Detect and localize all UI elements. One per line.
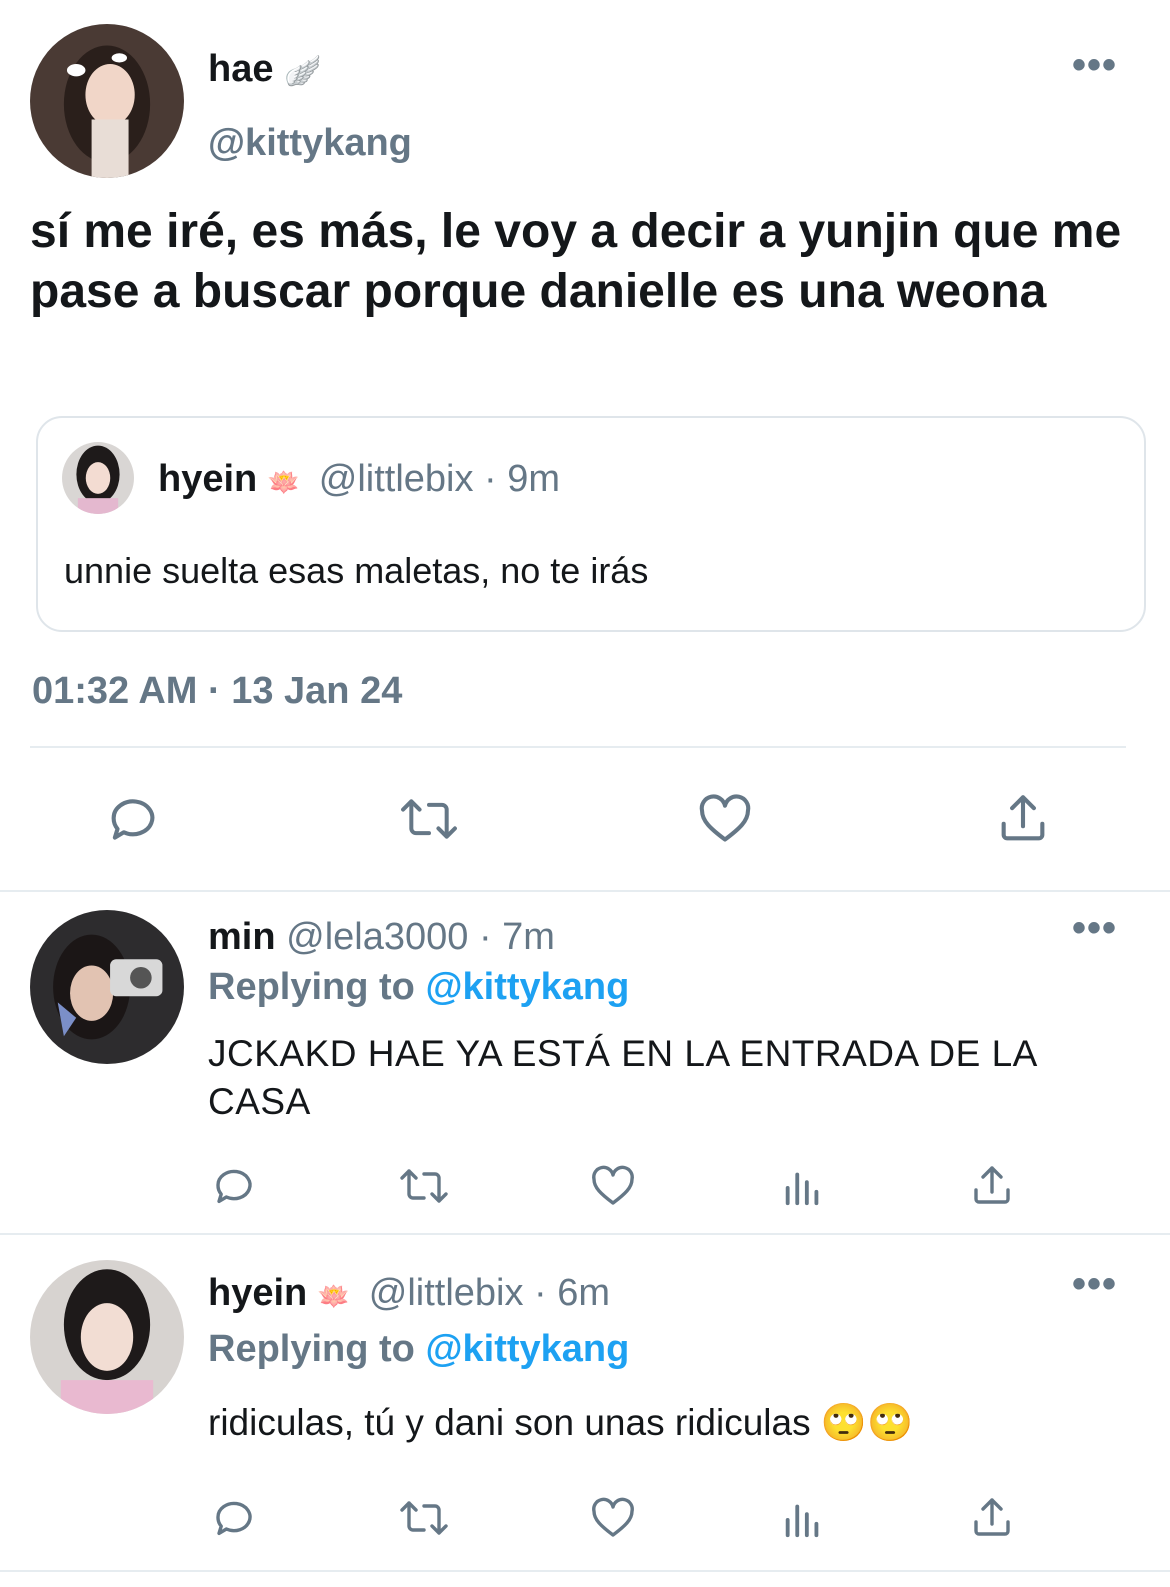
quoted-handle: @littlebix (318, 458, 474, 500)
analytics-icon[interactable] (780, 1162, 826, 1210)
more-options-icon[interactable]: ••• (1072, 1264, 1117, 1304)
eye-roll-emoji: 🙄🙄 (820, 1402, 914, 1443)
reply-avatar[interactable] (30, 910, 184, 1064)
retweet-icon[interactable] (396, 790, 462, 848)
reply-handle: @littlebix (368, 1272, 524, 1314)
quoted-text: unnie suelta esas maletas, no te irás (64, 550, 649, 591)
retweet-icon[interactable] (396, 1494, 452, 1542)
reply-text: ridiculas, tú y dani son unas ridiculas (208, 1402, 811, 1443)
share-icon[interactable] (968, 1162, 1016, 1210)
reply-text-line: ridiculas, tú y dani son unas ridiculas … (208, 1402, 913, 1445)
reply-author[interactable]: min @lela3000 · 7m (208, 916, 555, 959)
tweet-timestamp[interactable]: 01:32 AM · 13 Jan 24 (32, 670, 402, 713)
replying-to-link[interactable]: @kittykang (425, 1328, 629, 1370)
more-options-icon[interactable]: ••• (1072, 908, 1117, 948)
share-icon[interactable] (968, 1494, 1016, 1542)
like-icon[interactable] (588, 1162, 638, 1210)
divider (30, 746, 1126, 748)
divider (0, 1233, 1170, 1235)
quoted-display-name: hyein (158, 458, 258, 500)
reply-display-name: hyein (208, 1272, 308, 1314)
replying-label: Replying to (208, 966, 415, 1008)
reply-author[interactable]: hyein 🪷 @littlebix · 6m (208, 1272, 610, 1315)
lotus-emoji: 🪷 (317, 1281, 351, 1311)
lotus-emoji: 🪷 (267, 467, 301, 497)
reply-handle: @lela3000 (286, 916, 469, 958)
replying-label: Replying to (208, 1328, 415, 1370)
replying-to: Replying to @kittykang (208, 1328, 629, 1371)
reply-time: · 6m (534, 1272, 611, 1314)
handle[interactable]: @kittykang (208, 122, 412, 165)
quoted-avatar (62, 442, 134, 514)
quoted-author: hyein 🪷 @littlebix · 9m (158, 458, 560, 501)
reply-text: JCKAKD HAE YA ESTÁ EN LA ENTRADA DE LA C… (208, 1033, 1036, 1122)
tweet-text: sí me iré, es más, le voy a decir a yunj… (30, 205, 1122, 318)
avatar[interactable] (30, 24, 184, 178)
retweet-icon[interactable] (396, 1162, 452, 1210)
reply-display-name: min (208, 916, 276, 958)
reply-avatar[interactable] (30, 1260, 184, 1414)
like-icon[interactable] (696, 790, 754, 848)
share-icon[interactable] (994, 790, 1052, 848)
display-name[interactable]: hae 🪽 (208, 48, 321, 91)
quoted-time: · 9m (484, 458, 561, 500)
like-icon[interactable] (588, 1494, 638, 1542)
reply-time: · 7m (478, 916, 555, 958)
replying-to: Replying to @kittykang (208, 966, 629, 1009)
reply-icon[interactable] (210, 1494, 258, 1542)
divider (0, 890, 1170, 892)
analytics-icon[interactable] (780, 1494, 826, 1542)
quoted-tweet[interactable]: hyein 🪷 @littlebix · 9m unnie suelta esa… (36, 416, 1146, 632)
more-options-icon[interactable]: ••• (1072, 45, 1117, 85)
replying-to-link[interactable]: @kittykang (425, 966, 629, 1008)
divider (0, 1570, 1170, 1572)
reply-icon[interactable] (210, 1162, 258, 1210)
wing-emoji: 🪽 (284, 55, 322, 88)
reply-icon[interactable] (104, 790, 162, 848)
